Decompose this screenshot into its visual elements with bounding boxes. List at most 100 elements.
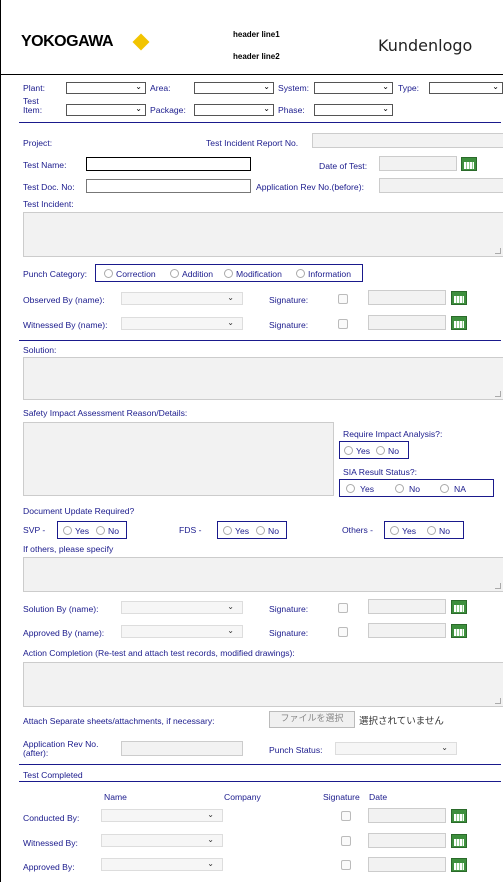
calendar-icon[interactable] <box>451 809 467 823</box>
observed-date-field[interactable] <box>368 290 446 305</box>
chevron-down-icon: ⌄ <box>207 859 214 868</box>
tc-witnessed-signature-checkbox[interactable] <box>341 836 351 846</box>
tc-approved-by-label: Approved By: <box>23 862 75 872</box>
date-of-test-label: Date of Test: <box>319 161 368 171</box>
date-of-test-field[interactable] <box>379 156 457 171</box>
radio-require-no[interactable] <box>376 446 385 455</box>
radio-sia-yes[interactable] <box>346 484 355 493</box>
type-select[interactable]: ⌄ <box>429 82 503 94</box>
chevron-down-icon: ⌄ <box>135 104 142 113</box>
resize-handle-icon[interactable] <box>495 698 501 704</box>
col-signature-header: Signature <box>323 792 360 802</box>
approved-signature-checkbox[interactable] <box>338 627 348 637</box>
chevron-down-icon: ⌄ <box>135 82 142 91</box>
svp-no-label: No <box>108 526 119 536</box>
calendar-icon[interactable] <box>451 316 467 330</box>
customer-logo: Kundenlogo <box>378 36 473 55</box>
sia-na-label: NA <box>454 484 466 494</box>
solution-by-select[interactable]: ⌄ <box>121 601 243 614</box>
test-name-input[interactable] <box>86 157 251 171</box>
conducted-signature-checkbox[interactable] <box>341 811 351 821</box>
radio-information[interactable] <box>296 269 305 278</box>
header-line2: header line2 <box>233 52 280 61</box>
chevron-down-icon: ⌄ <box>263 104 270 113</box>
sia-result-group: Yes No NA <box>339 479 494 497</box>
svp-yes-label: Yes <box>75 526 90 536</box>
divider <box>19 122 501 123</box>
witnessed-by-select[interactable]: ⌄ <box>121 317 243 330</box>
action-completion-textarea[interactable] <box>23 662 503 707</box>
resize-handle-icon[interactable] <box>495 391 501 397</box>
safety-textarea[interactable] <box>23 422 334 496</box>
witnessed-date-field[interactable] <box>368 315 446 330</box>
chevron-down-icon: ⌄ <box>227 293 234 302</box>
tc-witnessed-date-field[interactable] <box>368 833 446 848</box>
information-label: Information <box>308 269 351 279</box>
header-line1: header line1 <box>233 30 280 39</box>
witnessed-signature-checkbox[interactable] <box>338 319 348 329</box>
tir-no-field[interactable] <box>312 133 503 148</box>
solution-by-label: Solution By (name): <box>23 604 99 614</box>
sia-result-label: SIA Result Status?: <box>343 467 418 477</box>
tc-approved-date-field[interactable] <box>368 857 446 872</box>
plant-select[interactable]: ⌄ <box>66 82 146 94</box>
punch-status-label: Punch Status: <box>269 745 323 755</box>
punch-category-group: Correction Addition Modification Informa… <box>95 264 363 282</box>
calendar-icon[interactable] <box>451 291 467 305</box>
solution-textarea[interactable] <box>23 357 503 400</box>
conducted-by-select[interactable]: ⌄ <box>101 809 223 822</box>
calendar-icon[interactable] <box>461 157 477 171</box>
calendar-icon[interactable] <box>451 858 467 872</box>
header-divider <box>1 74 503 75</box>
approved-by-select[interactable]: ⌄ <box>121 625 243 638</box>
svp-label: SVP - <box>23 525 46 535</box>
specify-textarea[interactable] <box>23 557 503 592</box>
fds-group: Yes No <box>217 521 287 539</box>
package-select[interactable]: ⌄ <box>194 104 274 116</box>
test-incident-textarea[interactable] <box>23 212 503 257</box>
app-rev-after-field[interactable] <box>121 741 243 756</box>
require-no-label: No <box>388 446 399 456</box>
solution-signature-checkbox[interactable] <box>338 603 348 613</box>
observed-signature-checkbox[interactable] <box>338 294 348 304</box>
solution-label: Solution: <box>23 345 57 355</box>
radio-others-yes[interactable] <box>390 526 399 535</box>
phase-select[interactable]: ⌄ <box>314 104 393 116</box>
test-incident-form: YOKOGAWA header line1 header line2 Kunde… <box>0 0 503 882</box>
tc-approved-signature-checkbox[interactable] <box>341 860 351 870</box>
observed-by-select[interactable]: ⌄ <box>121 292 243 305</box>
system-select[interactable]: ⌄ <box>314 82 393 94</box>
radio-require-yes[interactable] <box>344 446 353 455</box>
conducted-date-field[interactable] <box>368 808 446 823</box>
choose-file-button[interactable]: ファイルを選択 <box>269 711 355 728</box>
solution-date-field[interactable] <box>368 599 446 614</box>
test-doc-no-input[interactable] <box>86 179 251 193</box>
require-yes-label: Yes <box>356 446 371 456</box>
punch-status-select[interactable]: ⌄ <box>335 742 457 755</box>
calendar-icon[interactable] <box>451 624 467 638</box>
radio-addition[interactable] <box>170 269 179 278</box>
resize-handle-icon[interactable] <box>495 583 501 589</box>
approved-date-field[interactable] <box>368 623 446 638</box>
radio-svp-yes[interactable] <box>63 526 72 535</box>
plant-label: Plant: <box>23 83 45 93</box>
radio-sia-na[interactable] <box>440 484 449 493</box>
calendar-icon[interactable] <box>451 834 467 848</box>
radio-fds-no[interactable] <box>256 526 265 535</box>
radio-modification[interactable] <box>224 269 233 278</box>
radio-others-no[interactable] <box>427 526 436 535</box>
radio-svp-no[interactable] <box>96 526 105 535</box>
require-impact-group: Yes No <box>339 441 409 459</box>
area-select[interactable]: ⌄ <box>194 82 274 94</box>
test-item-select[interactable]: ⌄ <box>66 104 146 116</box>
radio-fds-yes[interactable] <box>223 526 232 535</box>
calendar-icon[interactable] <box>451 600 467 614</box>
radio-sia-no[interactable] <box>395 484 404 493</box>
tc-witnessed-by-select[interactable]: ⌄ <box>101 834 223 847</box>
app-rev-before-field[interactable] <box>379 178 503 193</box>
resize-handle-icon[interactable] <box>495 248 501 254</box>
radio-correction[interactable] <box>104 269 113 278</box>
doc-update-label: Document Update Required? <box>23 506 135 516</box>
chevron-down-icon: ⌄ <box>263 82 270 91</box>
tc-approved-by-select[interactable]: ⌄ <box>101 858 223 871</box>
